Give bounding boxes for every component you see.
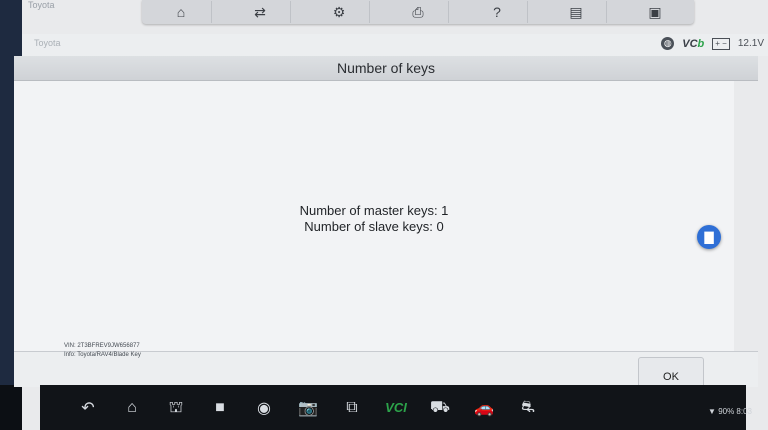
vci-button[interactable]: VC I xyxy=(376,393,416,423)
home-button[interactable]: ⌂ xyxy=(151,1,212,23)
vehicle-info: VIN: 2T3BFREV9JW656877 Info: Toyota/RAV4… xyxy=(64,342,141,360)
vci-manager-icon: ⛟ xyxy=(429,398,451,416)
recent-apps-button[interactable]: ■ xyxy=(200,393,240,423)
screenshot-button[interactable]: ⧉ xyxy=(332,393,372,423)
home-icon: ⌂ xyxy=(176,4,186,20)
network-icon: ◍ xyxy=(661,37,675,50)
back-icon: ↶ xyxy=(81,399,95,417)
car-icon: 🚗 xyxy=(474,399,494,417)
android-nav-bar: ↶ ⌂ ⛫ ■ ◉ 📷 ⧉ VC I ⛟ 🚗 ⛐ xyxy=(40,385,746,430)
home-nav-button[interactable]: ⌂ xyxy=(112,393,152,423)
browser-icon: ◉ xyxy=(257,399,271,417)
help-button[interactable]: ? xyxy=(467,1,528,23)
floating-shortcut-button[interactable]: ▇ xyxy=(697,225,721,249)
vehicle-status-bar: Toyota ◍ VCb + − 12.1V xyxy=(22,34,768,56)
shortcut-icon: ▇ xyxy=(704,230,714,244)
house-icon: ⌂ xyxy=(127,398,137,416)
recent-apps-icon: ■ xyxy=(215,398,225,416)
system-status: ▼ 90% 8:03 xyxy=(708,407,752,416)
vci-status-label: VCb xyxy=(682,37,705,50)
garage-icon: ⛫ xyxy=(168,398,184,416)
settings-button[interactable]: ⚙ xyxy=(309,1,370,23)
save-icon: ▤ xyxy=(569,3,583,20)
settings-icon: ⚙ xyxy=(332,3,346,20)
top-toolbar: ⌂ ⇄ ⚙ ⎙ ? ▤ ▣ xyxy=(142,0,694,24)
page-title: Number of keys xyxy=(14,56,758,81)
voltage-readout: 12.1V xyxy=(737,38,764,49)
slave-keys-line: Number of slave keys: 0 xyxy=(304,219,444,234)
connection-status: ◍ VCb + − 12.1V xyxy=(661,37,764,50)
camera-icon: 📷 xyxy=(298,399,318,417)
wifi-icon: ▼ xyxy=(708,407,716,416)
master-keys-line: Number of master keys: 1 xyxy=(299,203,449,218)
camera-button[interactable]: 📷 xyxy=(288,393,328,423)
main-content: Number of master keys: 1 Number of slave… xyxy=(14,81,734,351)
vin-label: VIN: 2T3BFREV9JW656877 xyxy=(64,343,140,349)
vehicle-button[interactable]: 🚗 xyxy=(464,393,504,423)
screenshot-icon: ⧉ xyxy=(346,398,358,416)
key-count-message: Number of master keys: 1 Number of slave… xyxy=(14,203,734,235)
back-button[interactable]: ↶ xyxy=(68,393,108,423)
browser-button[interactable]: ◉ xyxy=(244,393,284,423)
info-label: Info: Toyota/RAV4/Blade Key xyxy=(64,352,141,358)
previous-menu-ghost: Toyota xyxy=(28,0,68,11)
message-button[interactable]: ▣ xyxy=(625,1,685,23)
ghost-label: Toyota xyxy=(28,0,55,10)
battery-time: 90% 8:03 xyxy=(718,407,752,416)
print-button[interactable]: ⎙ xyxy=(388,1,449,23)
remote-support-button[interactable]: ⛐ xyxy=(508,393,548,423)
help-icon: ? xyxy=(493,4,501,20)
vehicle-make: Toyota xyxy=(34,38,61,48)
message-icon: ▣ xyxy=(648,3,662,20)
print-icon: ⎙ xyxy=(412,3,424,20)
save-button[interactable]: ▤ xyxy=(546,1,607,23)
vehicle-swap-button[interactable]: ⇄ xyxy=(230,1,291,23)
vehicle-swap-icon: ⇄ xyxy=(254,3,266,20)
diagnostic-home-button[interactable]: ⛫ xyxy=(156,393,196,423)
vci-manager-button[interactable]: ⛟ xyxy=(420,393,460,423)
car-user-icon: ⛐ xyxy=(521,398,535,416)
battery-icon: + − xyxy=(712,37,730,50)
